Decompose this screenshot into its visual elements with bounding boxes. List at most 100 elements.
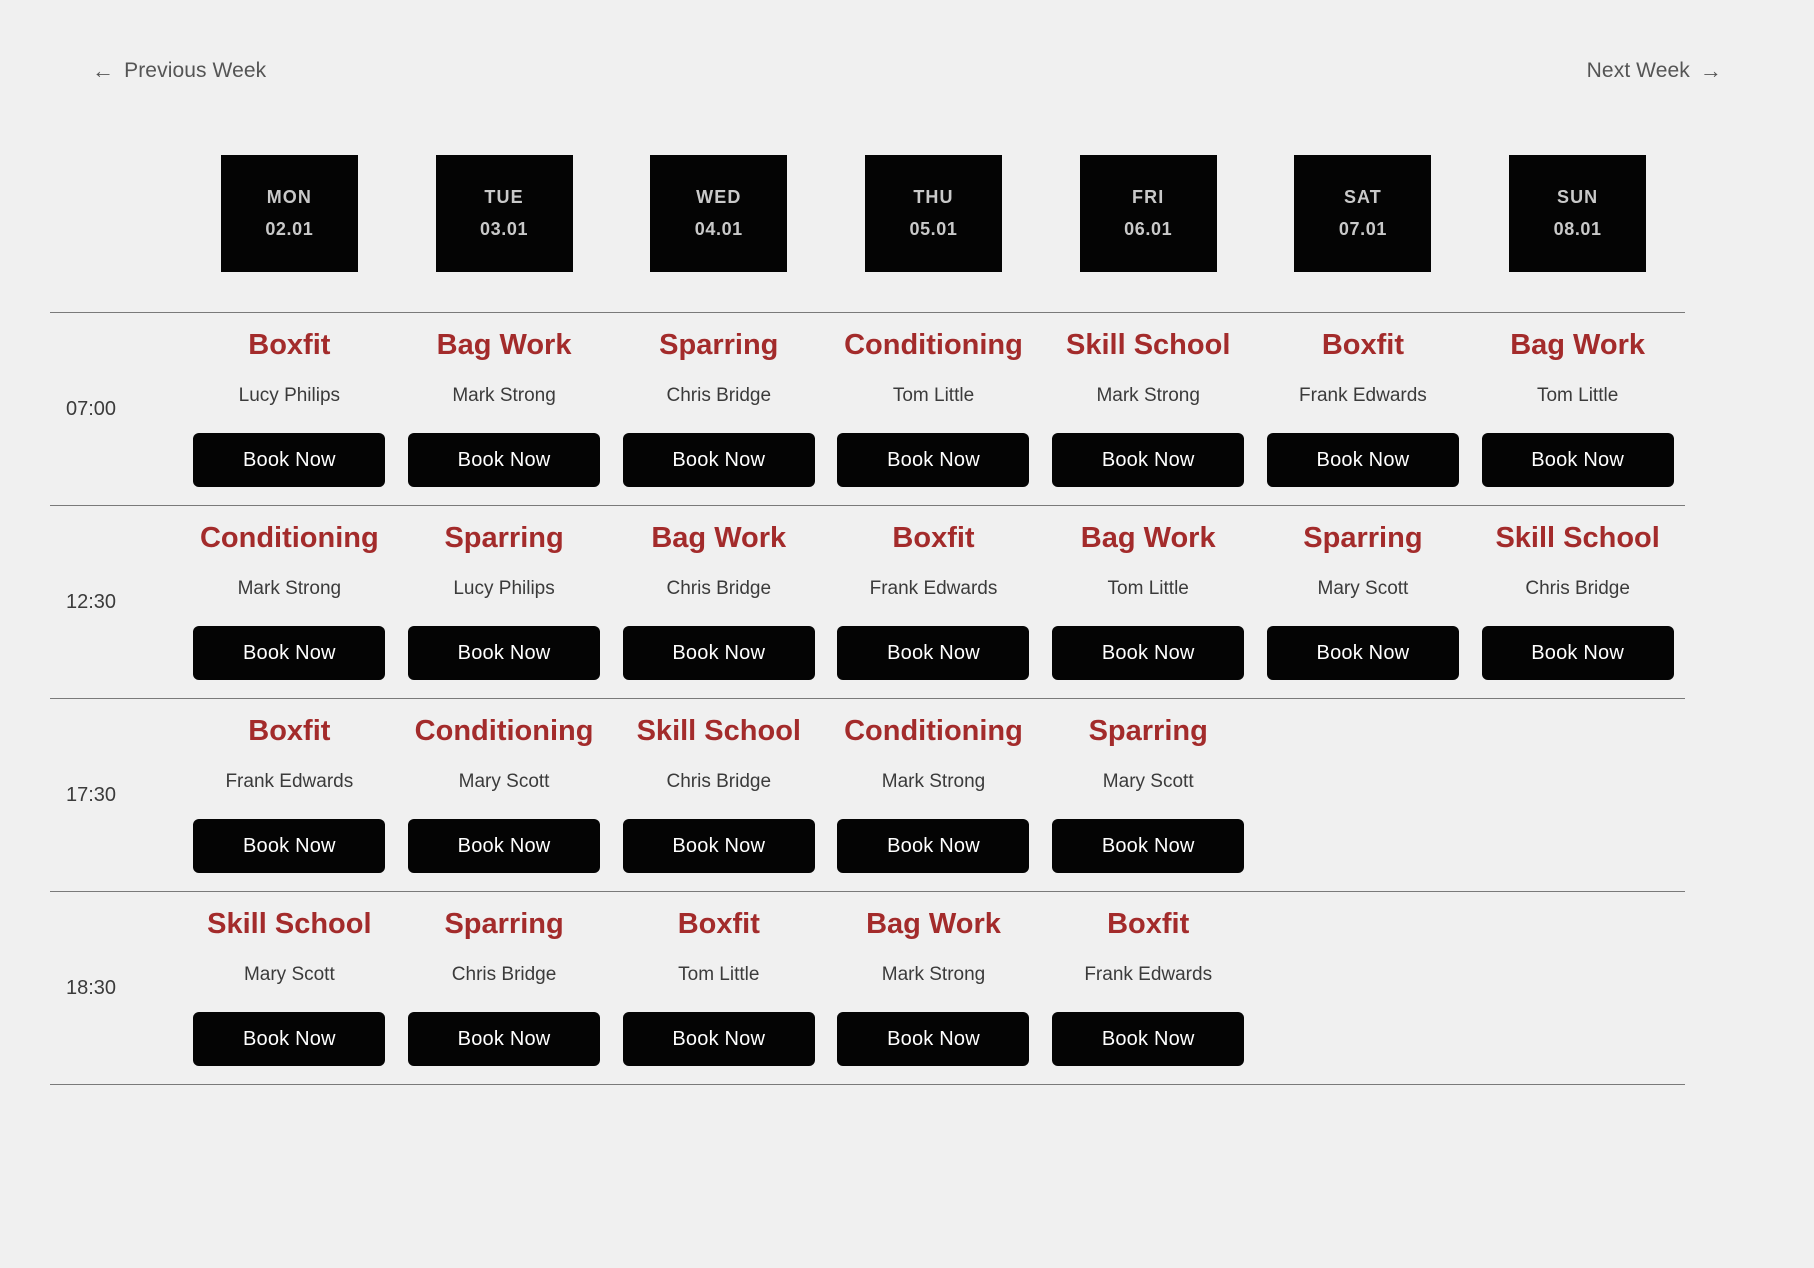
class-instructor: Chris Bridge xyxy=(666,578,772,599)
class-title: Boxfit xyxy=(248,329,331,361)
day-header-tue[interactable]: TUE 03.01 xyxy=(435,155,573,272)
day-date: 03.01 xyxy=(480,219,529,239)
time-label: 07:00 xyxy=(66,397,117,420)
day-header-wed[interactable]: WED 04.01 xyxy=(650,155,788,272)
class-card: Skill School Mary Scott Book Now xyxy=(182,892,397,1084)
class-title: Sparring xyxy=(659,329,779,361)
day-header-row: MON 02.01 TUE 03.01 WED 04.01 THU 05.01 FRI 06.01… xyxy=(50,155,1685,272)
class-title: Conditioning xyxy=(199,522,379,554)
class-card: Conditioning Mark Strong Book Now xyxy=(826,699,1041,891)
book-now-button[interactable]: Book Now xyxy=(408,433,601,487)
day-header-fri[interactable]: FRI 06.01 xyxy=(1079,155,1217,272)
class-title: Boxfit xyxy=(248,715,331,747)
class-title: Boxfit xyxy=(1107,908,1190,940)
class-card: Skill School Chris Bridge Book Now xyxy=(611,699,826,891)
class-card: Sparring Chris Bridge Book Now xyxy=(611,313,826,505)
class-title: Boxfit xyxy=(677,908,760,940)
class-title: Bag Work xyxy=(1510,329,1646,361)
class-card: Boxfit Tom Little Book Now xyxy=(611,892,826,1084)
book-now-button[interactable]: Book Now xyxy=(408,626,601,680)
day-header-mon[interactable]: MON 02.01 xyxy=(220,155,358,272)
class-title: Skill School xyxy=(1066,329,1231,361)
class-card: Conditioning Mark Strong Book Now xyxy=(182,506,397,698)
book-now-button[interactable]: Book Now xyxy=(193,1012,386,1066)
book-now-button[interactable]: Book Now xyxy=(193,626,386,680)
book-now-button[interactable]: Book Now xyxy=(1481,626,1674,680)
book-now-button[interactable]: Book Now xyxy=(837,626,1030,680)
timetable-grid: MON 02.01 TUE 03.01 WED 04.01 THU 05.01 FRI 06.01… xyxy=(50,0,1685,1085)
class-instructor: Frank Edwards xyxy=(1299,385,1427,406)
class-title: Sparring xyxy=(444,522,564,554)
timetable-row: 18:30 Skill School Mary Scott Book Now Sparr… xyxy=(50,892,1685,1084)
class-title: Conditioning xyxy=(844,329,1023,361)
class-instructor: Chris Bridge xyxy=(451,964,557,985)
class-title: Bag Work xyxy=(1080,522,1216,554)
book-now-button[interactable]: Book Now xyxy=(408,1012,601,1066)
class-instructor: Chris Bridge xyxy=(666,771,772,792)
book-now-button[interactable]: Book Now xyxy=(622,626,815,680)
class-card: Sparring Chris Bridge Book Now xyxy=(397,892,612,1084)
class-title: Boxfit xyxy=(1321,329,1404,361)
book-now-button[interactable]: Book Now xyxy=(622,819,815,873)
class-card: Bag Work Tom Little Book Now xyxy=(1041,506,1256,698)
book-now-button[interactable]: Book Now xyxy=(1266,626,1459,680)
class-title: Conditioning xyxy=(414,715,594,747)
class-card: Bag Work Mark Strong Book Now xyxy=(826,892,1041,1084)
timetable-row: 07:00 Boxfit Lucy Philips Book Now Bag Work M… xyxy=(50,313,1685,505)
book-now-button[interactable]: Book Now xyxy=(1052,626,1245,680)
class-card: Sparring Mary Scott Book Now xyxy=(1256,506,1471,698)
class-instructor: Frank Edwards xyxy=(869,578,998,599)
class-instructor: Mark Strong xyxy=(237,578,342,599)
day-name: SUN xyxy=(1556,187,1599,207)
book-now-button[interactable]: Book Now xyxy=(622,1012,815,1066)
class-instructor: Tom Little xyxy=(678,964,760,985)
book-now-button[interactable]: Book Now xyxy=(622,433,815,487)
day-header-cell: MON 02.01 xyxy=(182,155,397,272)
class-title: Skill School xyxy=(207,908,372,940)
day-header-sun[interactable]: SUN 08.01 xyxy=(1509,155,1647,272)
day-name: WED xyxy=(696,187,742,207)
book-now-button[interactable]: Book Now xyxy=(1266,433,1459,487)
book-now-button[interactable]: Book Now xyxy=(193,819,386,873)
class-card: Boxfit Lucy Philips Book Now xyxy=(182,313,397,505)
class-card: Bag Work Mark Strong Book Now xyxy=(397,313,612,505)
time-label: 17:30 xyxy=(66,783,117,806)
book-now-button[interactable]: Book Now xyxy=(1052,1012,1245,1066)
class-instructor: Mark Strong xyxy=(1096,385,1200,406)
day-header-cell: THU 05.01 xyxy=(826,155,1041,272)
day-header-sat[interactable]: SAT 07.01 xyxy=(1294,155,1432,272)
class-card: Boxfit Frank Edwards Book Now xyxy=(826,506,1041,698)
book-now-button[interactable]: Book Now xyxy=(193,433,386,487)
class-card: Bag Work Tom Little Book Now xyxy=(1470,313,1685,505)
class-card: Boxfit Frank Edwards Book Now xyxy=(1256,313,1471,505)
day-header-cell: TUE 03.01 xyxy=(397,155,612,272)
class-instructor: Mary Scott xyxy=(458,771,550,792)
arrow-right-icon: → xyxy=(1699,58,1722,83)
day-header-cell: WED 04.01 xyxy=(611,155,826,272)
book-now-button[interactable]: Book Now xyxy=(837,433,1030,487)
class-title: Skill School xyxy=(1495,522,1660,554)
book-now-button[interactable]: Book Now xyxy=(1052,819,1245,873)
class-title: Bag Work xyxy=(866,908,1001,940)
day-name: THU xyxy=(913,187,954,207)
class-instructor: Mary Scott xyxy=(1317,578,1409,599)
class-instructor: Frank Edwards xyxy=(1084,964,1213,985)
class-title: Conditioning xyxy=(844,715,1023,747)
book-now-button[interactable]: Book Now xyxy=(837,819,1030,873)
timetable-page: ← Previous Week Next Week → MON 02.01 TUE 0… xyxy=(0,0,1814,1268)
day-header-thu[interactable]: THU 05.01 xyxy=(864,155,1002,272)
book-now-button[interactable]: Book Now xyxy=(1481,433,1674,487)
class-instructor: Mark Strong xyxy=(881,771,986,792)
class-instructor: Tom Little xyxy=(892,385,975,406)
class-card: Conditioning Mary Scott Book Now xyxy=(397,699,612,891)
day-date: 02.01 xyxy=(265,219,314,239)
day-name: FRI xyxy=(1132,187,1165,207)
class-card: Boxfit Frank Edwards Book Now xyxy=(1041,892,1256,1084)
book-now-button[interactable]: Book Now xyxy=(1052,433,1245,487)
class-title: Skill School xyxy=(636,715,801,747)
day-date: 07.01 xyxy=(1338,219,1387,239)
day-header-cell: SUN 08.01 xyxy=(1470,155,1685,272)
book-now-button[interactable]: Book Now xyxy=(837,1012,1030,1066)
book-now-button[interactable]: Book Now xyxy=(408,819,601,873)
class-instructor: Frank Edwards xyxy=(225,771,354,792)
